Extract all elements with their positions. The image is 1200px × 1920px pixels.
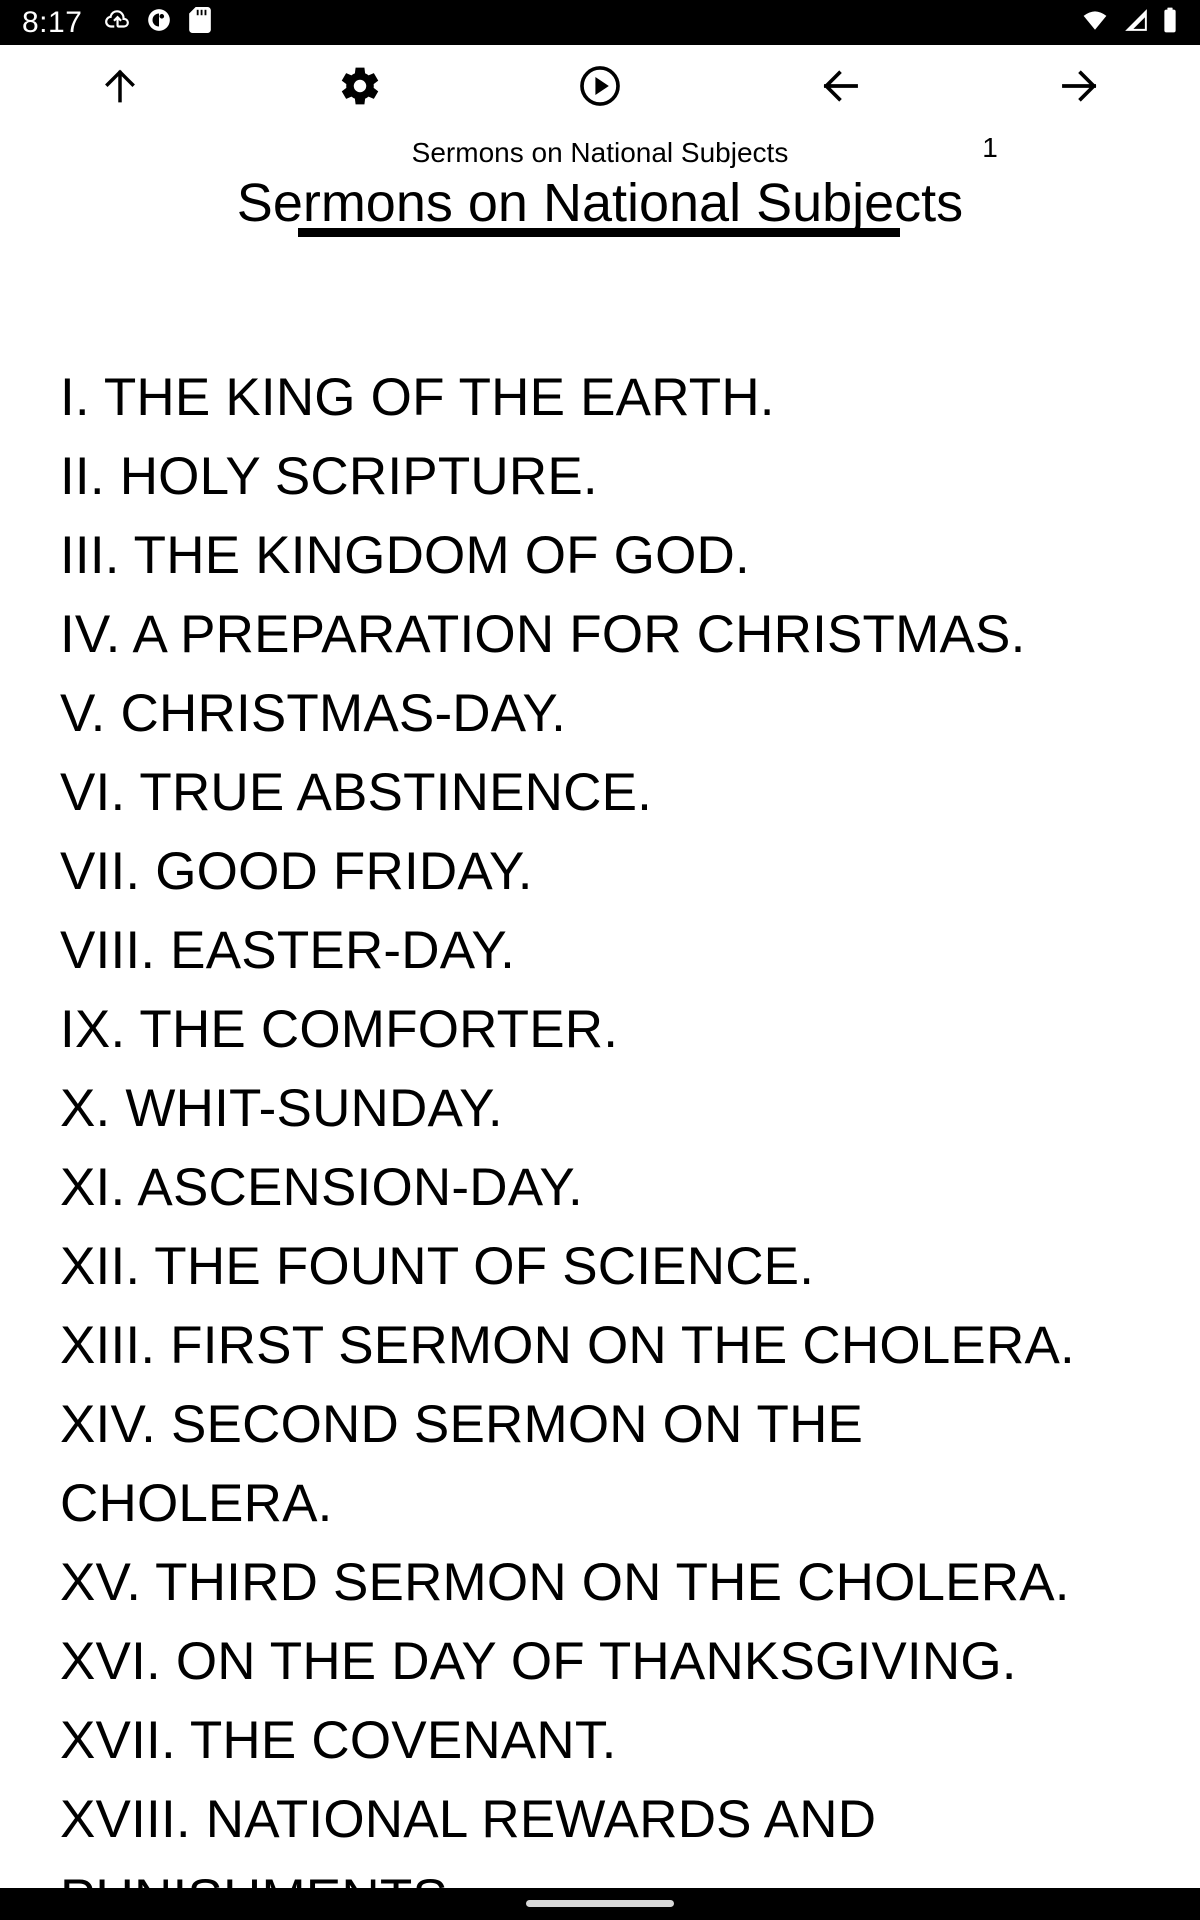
list-item[interactable]: XVI. ON THE DAY OF THANKSGIVING. (60, 1622, 1140, 1701)
list-item[interactable]: IX. THE COMFORTER. (60, 990, 1140, 1069)
play-button[interactable] (480, 45, 720, 130)
list-item[interactable]: IV. A PREPARATION FOR CHRISTMAS. (60, 595, 1140, 674)
list-item[interactable]: XIV. SECOND SERMON ON THE CHOLERA. (60, 1385, 1140, 1543)
list-item[interactable]: XVII. THE COVENANT. (60, 1701, 1140, 1780)
status-clock: 8:17 (22, 5, 83, 39)
list-item[interactable]: V. CHRISTMAS-DAY. (60, 674, 1140, 753)
list-item[interactable]: VI. TRUE ABSTINENCE. (60, 753, 1140, 832)
book-title-banner: Sermons on National Subjects (0, 178, 1200, 232)
book-title: Sermons on National Subjects (411, 137, 789, 168)
settings-button[interactable] (240, 45, 480, 130)
record-circle-icon (146, 7, 172, 38)
page-number: 1 (982, 132, 998, 163)
status-right-icon-group (1080, 7, 1178, 38)
list-item[interactable]: II. HOLY SCRIPTURE. (60, 437, 1140, 516)
gear-icon (338, 64, 382, 111)
battery-icon (1162, 7, 1178, 38)
system-navigation-bar (0, 1888, 1200, 1920)
list-item[interactable]: III. THE KINGDOM OF GOD. (60, 516, 1140, 595)
list-item[interactable]: VIII. EASTER-DAY. (60, 911, 1140, 990)
list-item[interactable]: XI. ASCENSION-DAY. (60, 1148, 1140, 1227)
arrow-right-icon (1057, 63, 1103, 112)
wifi-icon (1080, 7, 1110, 38)
table-of-contents-list: I. THE KING OF THE EARTH. II. HOLY SCRIP… (60, 250, 1140, 1888)
list-item[interactable]: XII. THE FOUNT OF SCIENCE. (60, 1227, 1140, 1306)
list-item[interactable]: XV. THIRD SERMON ON THE CHOLERA. (60, 1543, 1140, 1622)
cloud-upload-icon (104, 7, 130, 38)
document-content-area[interactable]: I. THE KING OF THE EARTH. II. HOLY SCRIP… (0, 250, 1200, 1888)
list-item[interactable]: X. WHIT-SUNDAY. (60, 1069, 1140, 1148)
status-bar: 8:17 (0, 0, 1200, 45)
arrow-up-icon (98, 64, 142, 111)
list-item[interactable]: XVIII. NATIONAL REWARDS AND PUNISHMENTS. (60, 1780, 1140, 1888)
scroll-to-top-button[interactable] (0, 45, 240, 130)
book-header: Sermons on National Subjects 1 (0, 130, 1200, 176)
cellular-signal-icon (1122, 7, 1150, 38)
previous-page-button[interactable] (720, 45, 960, 130)
arrow-left-icon (817, 63, 863, 112)
reader-toolbar (0, 45, 1200, 130)
list-item[interactable]: VII. GOOD FRIDAY. (60, 832, 1140, 911)
sd-card-icon (188, 7, 212, 38)
status-left-icon-group (104, 7, 212, 38)
play-circle-icon (577, 63, 623, 112)
home-indicator[interactable] (526, 1900, 674, 1907)
app-screen: 8:17 Sermons on National Subjects 1 Serm… (0, 0, 1200, 1920)
next-page-button[interactable] (960, 45, 1200, 130)
book-title-large: Sermons on National Subjects (236, 178, 964, 232)
list-item[interactable]: XIII. FIRST SERMON ON THE CHOLERA. (60, 1306, 1140, 1385)
title-underline-rule (298, 228, 900, 237)
list-item[interactable]: I. THE KING OF THE EARTH. (60, 358, 1140, 437)
